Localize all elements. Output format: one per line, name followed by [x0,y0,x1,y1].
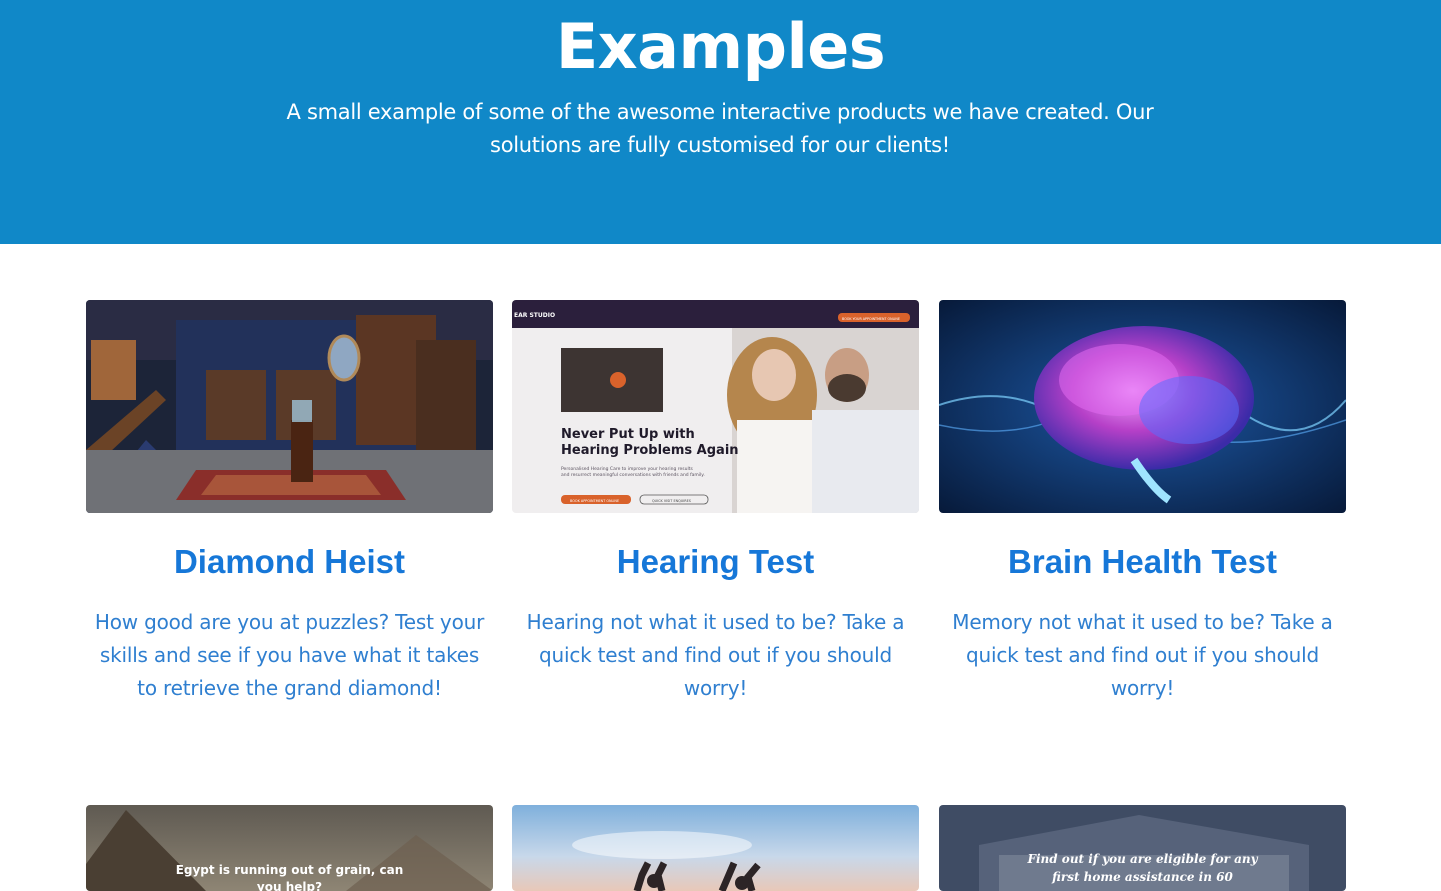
mansion-interior-image[interactable] [86,300,493,513]
example-card-sunset[interactable] [512,805,919,891]
card-title[interactable]: Brain Health Test [939,542,1346,582]
hero-subtitle: A small example of some of the awesome i… [286,100,1154,157]
screenshot-nav-cta: BOOK YOUR APPOINTMENT ONLINE [842,317,900,321]
card-overlay-line-1: Find out if you are eligible for any [1027,852,1258,866]
screenshot-body-2: and resurrect meaningful conversations w… [561,472,705,478]
card-overlay-line-2: you help? [256,880,323,891]
page-title: Examples [555,10,886,83]
card-description: How good are you at puzzles? Test your s… [94,610,485,700]
card-overlay-line-1: Egypt is running out of grain, can [175,863,404,877]
card-overlay-line-2: first home assistance in 60 [1052,870,1233,884]
hero-banner: Examples A small example of some of the … [0,0,1441,244]
card-title[interactable]: Hearing Test [512,542,919,582]
screenshot-cta-secondary: QUICK VISIT ENQUIRES [652,499,691,503]
card-description: Hearing not what it used to be? Take a q… [526,610,905,700]
example-card-pyramids[interactable]: Egypt is running out of grain, can you h… [86,805,493,891]
card-description: Memory not what it used to be? Take a qu… [952,610,1333,700]
screenshot-body-1: Personalised Hearing Care to improve you… [561,466,693,472]
screenshot-cta-primary: BOOK APPOINTMENT ONLINE [570,499,619,503]
screenshot-headline-1: Never Put Up with [561,427,695,442]
example-card-house[interactable]: Find out if you are eligible for any fir… [939,805,1346,891]
sunset-celebration-image [512,805,919,891]
screenshot-brand: EAR STUDIO [514,312,555,319]
card-title[interactable]: Diamond Heist [86,542,493,582]
screenshot-headline-2: Hearing Problems Again [561,443,739,458]
hearing-clinic-screenshot[interactable]: EAR STUDIO BOOK YOUR APPOINTMENT ONLINE … [512,300,919,513]
glowing-brain-image[interactable] [939,300,1346,513]
